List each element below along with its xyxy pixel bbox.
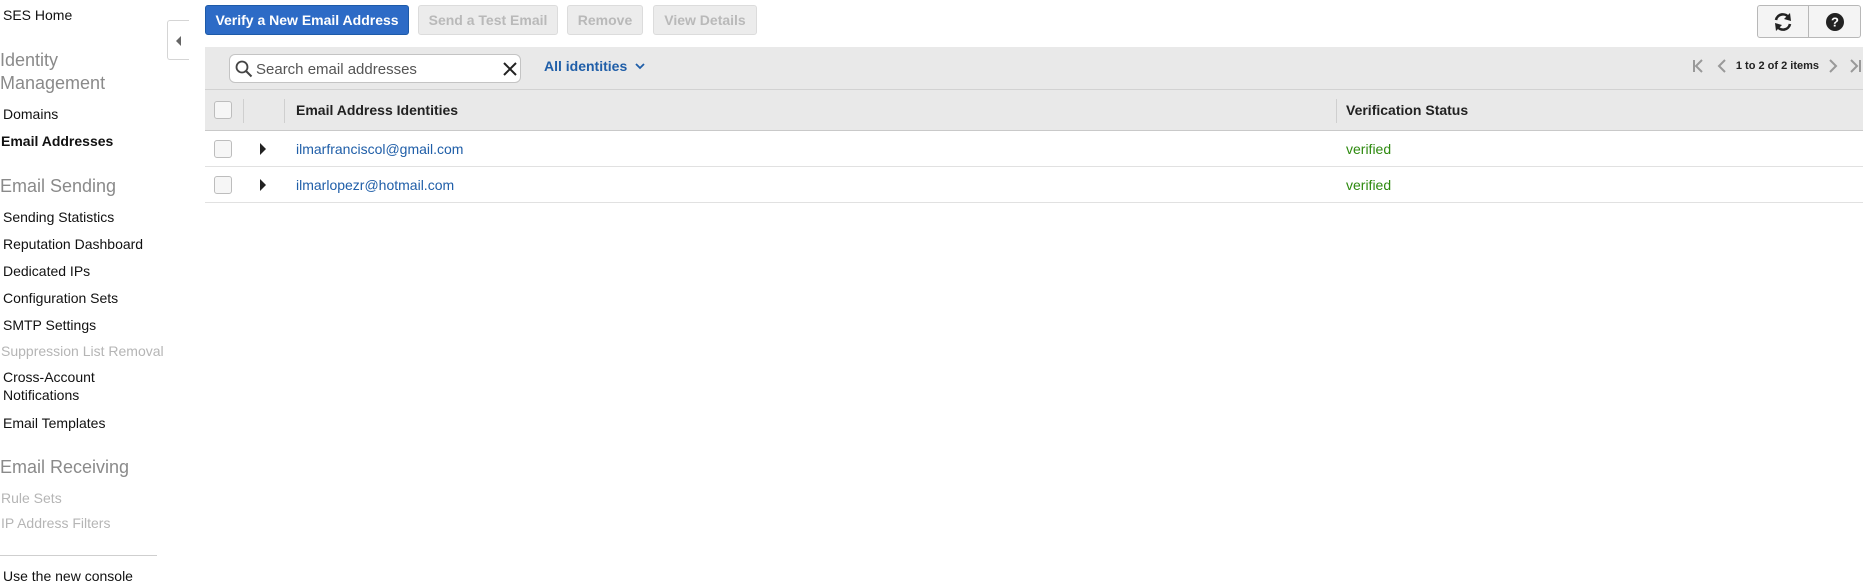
verify-email-button[interactable]: Verify a New Email Address — [205, 5, 409, 35]
section-heading-email-receiving: Email Receiving — [0, 457, 130, 477]
search-box — [229, 54, 521, 83]
chevron-down-icon — [635, 62, 645, 69]
identities-filter-dropdown[interactable]: All identities — [544, 58, 645, 74]
column-header-status[interactable]: Verification Status — [1346, 102, 1468, 118]
verification-status: verified — [1346, 177, 1392, 193]
sidebar-item-dedicated-ips[interactable]: Dedicated IPs — [3, 262, 90, 280]
remove-button[interactable]: Remove — [567, 5, 643, 35]
verification-status: verified — [1346, 141, 1392, 157]
pagination: 1 to 2 of 2 items — [1692, 59, 1863, 73]
clear-search-icon[interactable] — [502, 61, 518, 77]
expand-row-icon[interactable] — [260, 179, 266, 191]
sidebar-item-sending-statistics[interactable]: Sending Statistics — [3, 208, 114, 226]
expand-row-icon[interactable] — [260, 143, 266, 155]
search-input[interactable] — [256, 58, 491, 80]
view-details-button[interactable]: View Details — [653, 5, 757, 35]
column-divider — [243, 99, 244, 123]
sidebar-item-suppression-list-removal: Suppression List Removal — [1, 343, 164, 359]
sidebar-item-domains[interactable]: Domains — [3, 105, 58, 123]
sidebar-item-smtp-settings[interactable]: SMTP Settings — [3, 316, 96, 334]
search-icon — [235, 60, 253, 78]
sidebar-item-ip-address-filters: IP Address Filters — [1, 515, 111, 531]
sidebar-item-email-addresses[interactable]: Email Addresses — [1, 132, 113, 150]
column-divider — [1336, 99, 1337, 123]
refresh-icon — [1774, 12, 1792, 31]
ses-console: SES Home Identity Management Domains Ema… — [0, 0, 1863, 586]
sidebar-item-rule-sets: Rule Sets — [1, 490, 62, 506]
identities-filter-label: All identities — [544, 58, 628, 74]
svg-text:?: ? — [1831, 14, 1839, 29]
first-page-icon[interactable] — [1692, 59, 1708, 73]
sidebar-item-configuration-sets[interactable]: Configuration Sets — [3, 289, 118, 307]
sidebar: SES Home Identity Management Domains Ema… — [0, 0, 170, 586]
sidebar-item-ses-home[interactable]: SES Home — [3, 6, 72, 24]
table-row: ilmarlopezr@hotmail.com verified — [205, 167, 1863, 203]
section-heading-email-sending: Email Sending — [0, 176, 117, 196]
sidebar-item-email-templates[interactable]: Email Templates — [3, 414, 105, 432]
send-test-email-button[interactable]: Send a Test Email — [418, 5, 558, 35]
section-heading-identity-management: Identity Management — [0, 50, 106, 93]
sidebar-divider — [0, 555, 157, 556]
email-identity-link[interactable]: ilmarlopezr@hotmail.com — [296, 177, 454, 193]
select-all-checkbox[interactable] — [214, 101, 232, 119]
refresh-button[interactable] — [1757, 5, 1809, 38]
column-header-email[interactable]: Email Address Identities — [296, 102, 458, 118]
sidebar-item-cross-account-notifications[interactable]: Cross-Account Notifications — [3, 368, 153, 404]
help-button[interactable]: ? — [1809, 5, 1861, 38]
email-identity-link[interactable]: ilmarfranciscol@gmail.com — [296, 141, 463, 157]
previous-page-icon[interactable] — [1716, 59, 1728, 73]
sidebar-collapse-button[interactable] — [167, 20, 189, 60]
next-page-icon[interactable] — [1827, 59, 1839, 73]
table-row: ilmarfranciscol@gmail.com verified — [205, 131, 1863, 167]
help-icon: ? — [1825, 12, 1844, 31]
table-header: Email Address Identities Verification St… — [205, 89, 1863, 131]
pagination-status: 1 to 2 of 2 items — [1735, 60, 1819, 72]
last-page-icon[interactable] — [1847, 59, 1863, 73]
row-checkbox[interactable] — [214, 176, 232, 194]
triangle-left-icon — [176, 36, 181, 46]
row-checkbox[interactable] — [214, 140, 232, 158]
sidebar-item-new-console[interactable]: Use the new console — [3, 567, 133, 585]
sidebar-item-reputation-dashboard[interactable]: Reputation Dashboard — [3, 235, 143, 253]
filter-bar: All identities 1 to 2 of 2 items — [205, 47, 1863, 89]
column-divider — [284, 99, 285, 123]
